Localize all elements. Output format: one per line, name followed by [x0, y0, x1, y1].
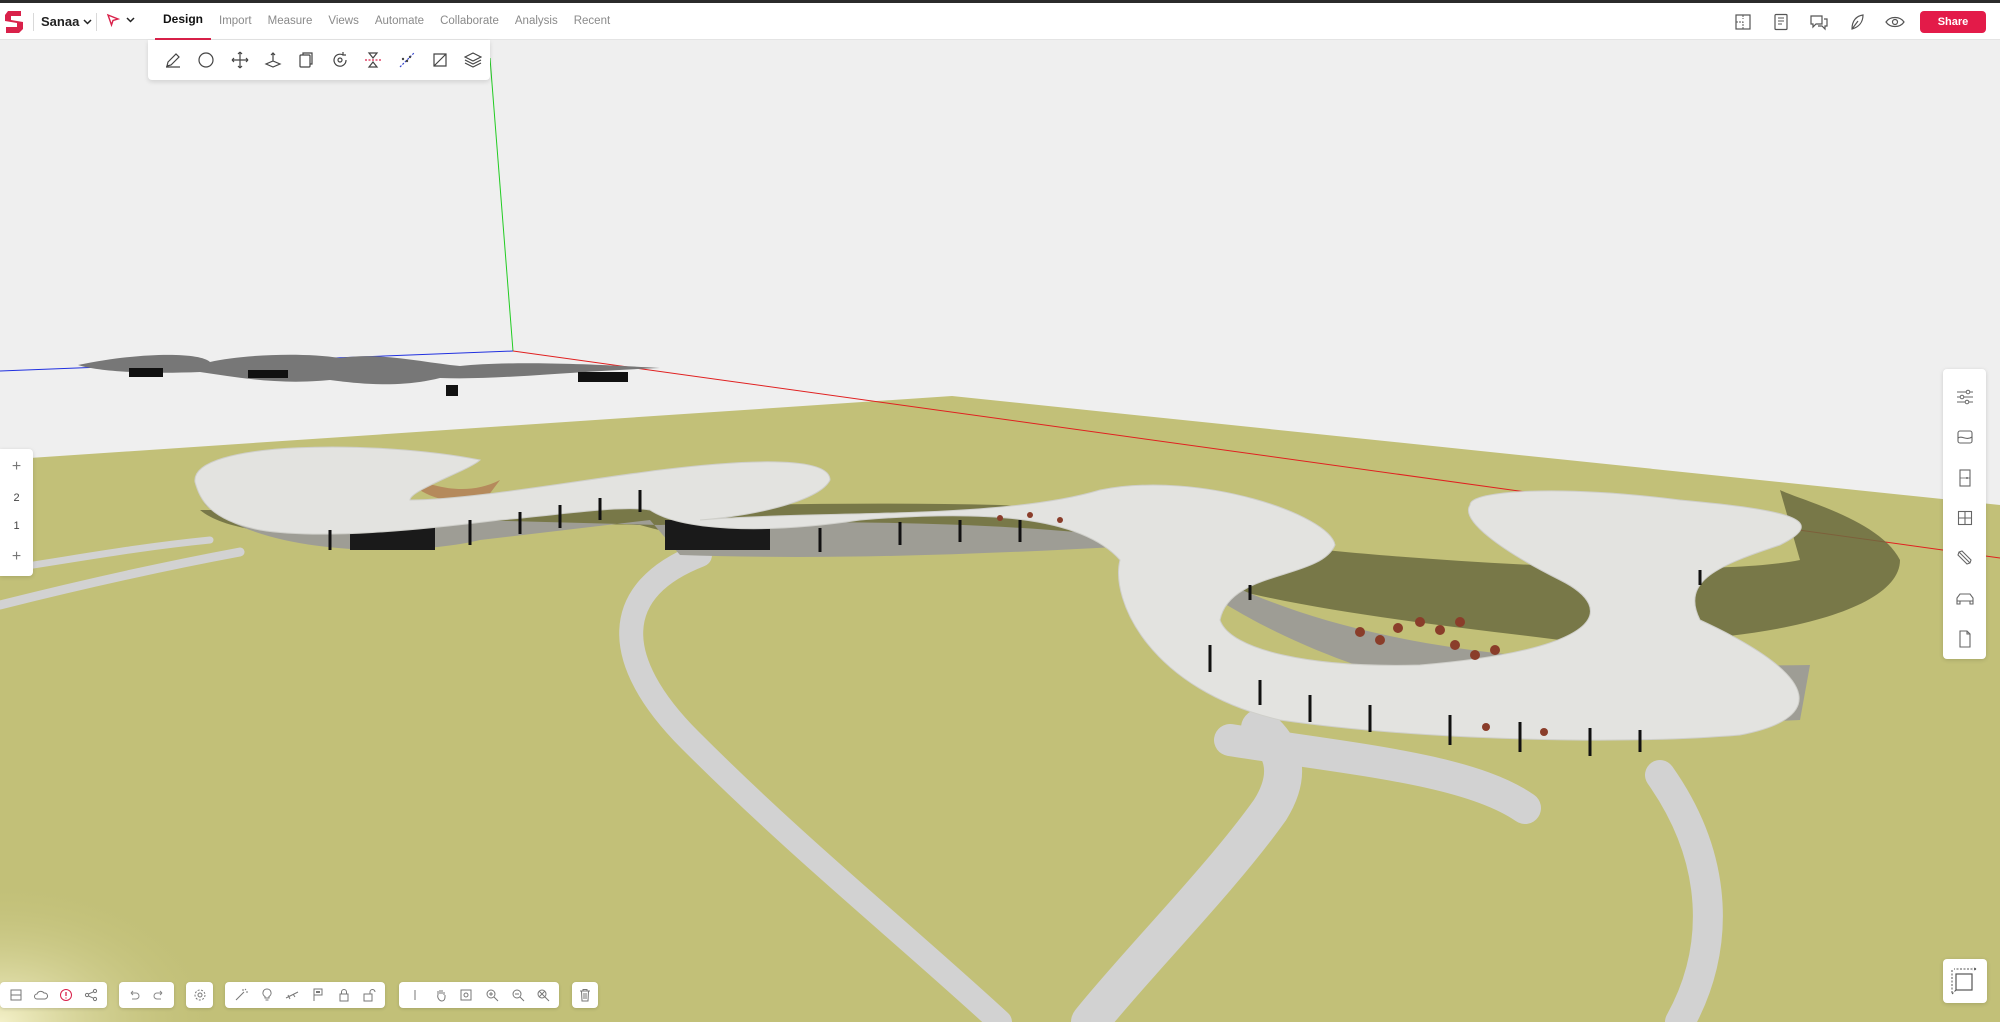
furniture-car-icon[interactable] — [1943, 578, 1986, 618]
viewport-3d[interactable] — [0, 40, 2000, 1022]
pan-hand-icon[interactable] — [428, 982, 454, 1008]
site-flag-icon[interactable] — [305, 982, 331, 1008]
door-icon[interactable] — [1943, 458, 1986, 498]
undo-icon[interactable] — [122, 982, 147, 1008]
zoom-in-icon[interactable] — [479, 982, 505, 1008]
cursor-arrow-icon — [106, 13, 120, 27]
level-item[interactable]: 1 — [0, 520, 33, 532]
add-level-above-button[interactable]: + — [0, 458, 33, 476]
unlock-icon[interactable] — [356, 982, 382, 1008]
pencil-icon[interactable] — [156, 43, 189, 77]
right-tool-panel — [1943, 369, 1986, 659]
materials-icon[interactable] — [1943, 417, 1986, 457]
info-alert-icon[interactable] — [54, 982, 79, 1008]
view-cube-icon — [1951, 966, 1977, 995]
ground-light-glow — [0, 700, 500, 1022]
model-reflection — [78, 354, 660, 396]
minimap-view-cube[interactable] — [1943, 959, 1987, 1003]
tab-design[interactable]: Design — [155, 3, 212, 41]
magic-wand-icon[interactable] — [228, 982, 254, 1008]
comments-icon[interactable] — [1800, 3, 1838, 40]
visibility-eye-icon[interactable] — [1876, 3, 1914, 40]
project-name: Sanaa — [41, 14, 80, 29]
trash-icon[interactable] — [572, 982, 598, 1008]
brush-icon[interactable] — [1943, 538, 1986, 578]
cloud-icon[interactable] — [28, 982, 53, 1008]
document-icon[interactable] — [1943, 619, 1986, 659]
lightbulb-icon[interactable] — [254, 982, 280, 1008]
app-logo-icon[interactable] — [3, 9, 25, 35]
tab-analysis[interactable]: Analysis — [507, 3, 566, 40]
separator — [96, 13, 97, 31]
zoom-extents-icon[interactable] — [530, 982, 556, 1008]
bottom-toolbar-settings — [186, 982, 213, 1008]
push-pull-icon[interactable] — [256, 43, 289, 77]
tab-views[interactable]: Views — [320, 3, 366, 40]
bottom-toolbar-scene — [225, 982, 385, 1008]
move-icon[interactable] — [223, 43, 256, 77]
array-icon[interactable] — [390, 43, 423, 77]
settings-sliders-icon[interactable] — [1943, 377, 1986, 417]
level-item[interactable]: 2 — [0, 492, 33, 504]
levels-panel: + 2 1 + — [0, 449, 33, 576]
select-tool-dropdown[interactable] — [106, 13, 135, 27]
window-icon[interactable] — [1943, 498, 1986, 538]
zoom-out-icon[interactable] — [505, 982, 531, 1008]
lock-icon[interactable] — [331, 982, 357, 1008]
sun-path-icon[interactable] — [279, 982, 305, 1008]
axis-y-green — [489, 57, 514, 352]
tab-import[interactable]: Import — [211, 3, 260, 40]
design-toolbar — [148, 40, 490, 80]
cursor-text-icon[interactable] — [402, 982, 428, 1008]
share-button[interactable]: Share — [1920, 10, 1986, 33]
tab-automate[interactable]: Automate — [367, 3, 432, 40]
separator — [33, 13, 34, 31]
bottom-toolbar-delete — [572, 982, 598, 1008]
tab-recent[interactable]: Recent — [566, 3, 618, 40]
tab-collaborate[interactable]: Collaborate — [432, 3, 507, 40]
share-nodes-icon[interactable] — [79, 982, 104, 1008]
bottom-toolbar-navigation — [399, 982, 559, 1008]
offset-icon[interactable] — [290, 43, 323, 77]
project-selector[interactable]: Sanaa — [41, 14, 92, 29]
section-icon[interactable] — [423, 43, 456, 77]
chevron-down-icon — [126, 17, 135, 23]
redo-icon[interactable] — [147, 982, 172, 1008]
tab-measure[interactable]: Measure — [260, 3, 321, 40]
bottom-toolbar-view — [0, 982, 107, 1008]
layers-icon[interactable] — [457, 43, 490, 77]
sustainability-leaf-icon[interactable] — [1838, 3, 1876, 40]
chevron-down-icon — [83, 18, 92, 25]
storey-view-icon[interactable] — [3, 982, 28, 1008]
report-icon[interactable] — [1762, 3, 1800, 40]
bottom-toolbar-history — [119, 982, 174, 1008]
floorplan-view-icon[interactable] — [1724, 3, 1762, 40]
gear-icon[interactable] — [186, 982, 213, 1008]
add-level-below-button[interactable]: + — [0, 548, 33, 566]
top-bar: Sanaa Design Import Measure Views Automa… — [0, 3, 2000, 41]
rotate-icon[interactable] — [323, 43, 356, 77]
main-menu: Design Import Measure Views Automate Col… — [155, 3, 618, 41]
circle-icon[interactable] — [189, 43, 222, 77]
mirror-icon[interactable] — [356, 43, 389, 77]
topbar-right-tools: Share — [1724, 3, 2000, 40]
zoom-window-icon[interactable] — [453, 982, 479, 1008]
